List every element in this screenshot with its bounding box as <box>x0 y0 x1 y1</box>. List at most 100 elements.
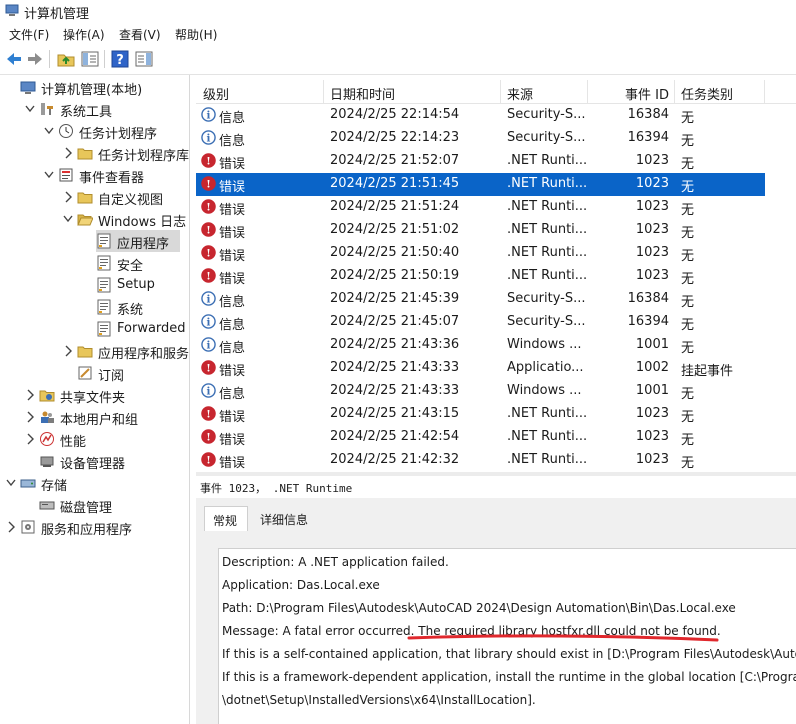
event-source: .NET Runti... <box>507 406 587 421</box>
event-level: 信息 <box>219 341 246 356</box>
event-row[interactable]: ! 错误 2024/2/25 21:50:40 .NET Runti... 1023 无 <box>196 242 765 265</box>
event-row[interactable]: ! 错误 2024/2/25 21:50:19 .NET Runti... 1023 无 <box>196 265 765 288</box>
tree-item[interactable]: 应用程序 <box>96 230 180 252</box>
window-title: 计算机管理 <box>24 7 90 22</box>
event-row[interactable]: i 信息 2024/2/25 22:14:54 Security-S... 16384 无 <box>196 104 765 127</box>
svg-text:i: i <box>207 339 211 351</box>
forward-arrow-icon[interactable] <box>25 49 45 69</box>
event-source: Security-S... <box>507 130 586 145</box>
log-icon <box>97 255 111 271</box>
tree-item[interactable]: 系统 <box>0 296 189 318</box>
event-datetime: 2024/2/25 21:45:07 <box>330 314 460 329</box>
tree-item[interactable]: 本地用户和组 <box>0 406 189 428</box>
event-row[interactable]: i 信息 2024/2/25 21:43:33 Windows ... 1001 无 <box>196 380 765 403</box>
tree-item[interactable]: 自定义视图 <box>0 186 189 208</box>
column-divider[interactable] <box>674 80 675 103</box>
event-id: 1023 <box>635 268 669 283</box>
event-level: 错误 <box>219 226 246 241</box>
event-row[interactable]: i 信息 2024/2/25 21:45:39 Security-S... 16384 无 <box>196 288 765 311</box>
tree-item[interactable]: 应用程序和服务日 <box>0 340 189 362</box>
chevron-down-icon[interactable] <box>6 477 16 489</box>
event-viewer-icon <box>59 168 73 182</box>
tab-details[interactable]: 详细信息 <box>252 506 318 530</box>
event-row[interactable]: ! 错误 2024/2/25 21:51:24 .NET Runti... 1023 无 <box>196 196 765 219</box>
menu-view[interactable]: 查看(V) <box>119 26 161 43</box>
tree-item[interactable]: 事件查看器 <box>0 164 189 186</box>
column-header-task-category[interactable]: 任务类别 <box>681 84 733 103</box>
event-row[interactable]: ! 错误 2024/2/25 21:51:02 .NET Runti... 1023 无 <box>196 219 765 242</box>
tree-item[interactable]: 服务和应用程序 <box>0 516 189 538</box>
menu-file[interactable]: 文件(F) <box>9 26 49 43</box>
framework-dependent-line: If this is a framework-dependent applica… <box>222 670 796 684</box>
event-row[interactable]: i 信息 2024/2/25 22:14:23 Security-S... 16394 无 <box>196 127 765 150</box>
chevron-right-icon[interactable] <box>63 191 73 203</box>
error-icon: ! <box>201 268 216 283</box>
svg-text:!: ! <box>206 454 211 466</box>
chevron-right-icon[interactable] <box>6 521 16 533</box>
chevron-right-icon[interactable] <box>63 147 73 159</box>
chevron-right-icon[interactable] <box>25 389 35 401</box>
event-source: .NET Runti... <box>507 153 587 168</box>
tree-item[interactable]: Setup <box>0 274 189 296</box>
tab-general[interactable]: 常规 <box>204 506 248 531</box>
event-level: 错误 <box>219 433 246 448</box>
tree-item-label: Forwarded Eve <box>117 321 189 336</box>
column-divider[interactable] <box>323 80 324 103</box>
help-icon[interactable]: ? <box>110 49 130 69</box>
tree-item[interactable]: 性能 <box>0 428 189 450</box>
tree-item[interactable]: 任务计划程序库 <box>0 142 189 164</box>
event-row[interactable]: ! 错误 2024/2/25 21:51:45 .NET Runti... 1023 无 <box>196 173 765 196</box>
event-row[interactable]: i 信息 2024/2/25 21:43:36 Windows ... 1001 无 <box>196 334 765 357</box>
show-hide-tree-icon[interactable] <box>80 49 100 69</box>
event-source: .NET Runti... <box>507 429 587 444</box>
chevron-down-icon[interactable] <box>44 125 54 137</box>
info-icon: i <box>201 383 216 398</box>
chevron-down-icon[interactable] <box>25 103 35 115</box>
tree-item[interactable]: 订阅 <box>0 362 189 384</box>
error-icon: ! <box>201 452 216 467</box>
back-arrow-icon[interactable] <box>4 49 24 69</box>
event-id: 1023 <box>635 429 669 444</box>
chevron-right-icon[interactable] <box>25 433 35 445</box>
tree-item[interactable]: 任务计划程序 <box>0 120 189 142</box>
tree-item[interactable]: 系统工具 <box>0 98 189 120</box>
tree-item[interactable]: 计算机管理(本地) <box>0 76 189 98</box>
error-icon: ! <box>201 153 216 168</box>
event-detail-header: 事件 1023， .NET Runtime <box>196 476 796 499</box>
svg-text:i: i <box>207 385 211 397</box>
event-source: Security-S... <box>507 107 586 122</box>
event-row[interactable]: ! 错误 2024/2/25 21:43:33 Applicatio... 1002 挂起… <box>196 357 765 380</box>
up-folder-icon[interactable] <box>56 49 76 69</box>
event-task-category: 无 <box>681 341 695 356</box>
tree-item[interactable]: 共享文件夹 <box>0 384 189 406</box>
event-row[interactable]: ! 错误 2024/2/25 21:42:54 .NET Runti... 1023 无 <box>196 426 765 449</box>
tree-item[interactable]: 安全 <box>0 252 189 274</box>
tree-item[interactable]: Forwarded Eve <box>0 318 189 340</box>
chevron-down-icon[interactable] <box>63 213 73 225</box>
column-header-source[interactable]: 来源 <box>507 84 533 103</box>
tree-item[interactable]: 设备管理器 <box>0 450 189 472</box>
column-header-level[interactable]: 级别 <box>203 84 229 103</box>
event-datetime: 2024/2/25 21:50:19 <box>330 268 460 283</box>
column-divider[interactable] <box>587 80 588 103</box>
column-header-datetime[interactable]: 日期和时间 <box>330 84 395 103</box>
menu-help[interactable]: 帮助(H) <box>175 26 217 43</box>
column-divider[interactable] <box>500 80 501 103</box>
chevron-right-icon[interactable] <box>63 345 73 357</box>
column-divider[interactable] <box>764 80 765 103</box>
event-row[interactable]: i 信息 2024/2/25 21:45:07 Security-S... 16394 无 <box>196 311 765 334</box>
event-id: 1023 <box>635 452 669 467</box>
tree-item[interactable]: 磁盘管理 <box>0 494 189 516</box>
column-header-event-id[interactable]: 事件 ID <box>625 84 669 103</box>
tree-item[interactable]: Windows 日志 <box>0 208 189 230</box>
performance-icon <box>40 432 54 446</box>
event-row[interactable]: ! 错误 2024/2/25 21:52:07 .NET Runti... 1023 无 <box>196 150 765 173</box>
event-id: 16394 <box>627 130 669 145</box>
chevron-right-icon[interactable] <box>25 411 35 423</box>
menu-action[interactable]: 操作(A) <box>63 26 105 43</box>
tree-item[interactable]: 存储 <box>0 472 189 494</box>
event-row[interactable]: ! 错误 2024/2/25 21:43:15 .NET Runti... 1023 无 <box>196 403 765 426</box>
event-row[interactable]: ! 错误 2024/2/25 21:42:32 .NET Runti... 1023 无 <box>196 449 765 472</box>
action-pane-icon[interactable] <box>134 49 154 69</box>
chevron-down-icon[interactable] <box>44 169 54 181</box>
